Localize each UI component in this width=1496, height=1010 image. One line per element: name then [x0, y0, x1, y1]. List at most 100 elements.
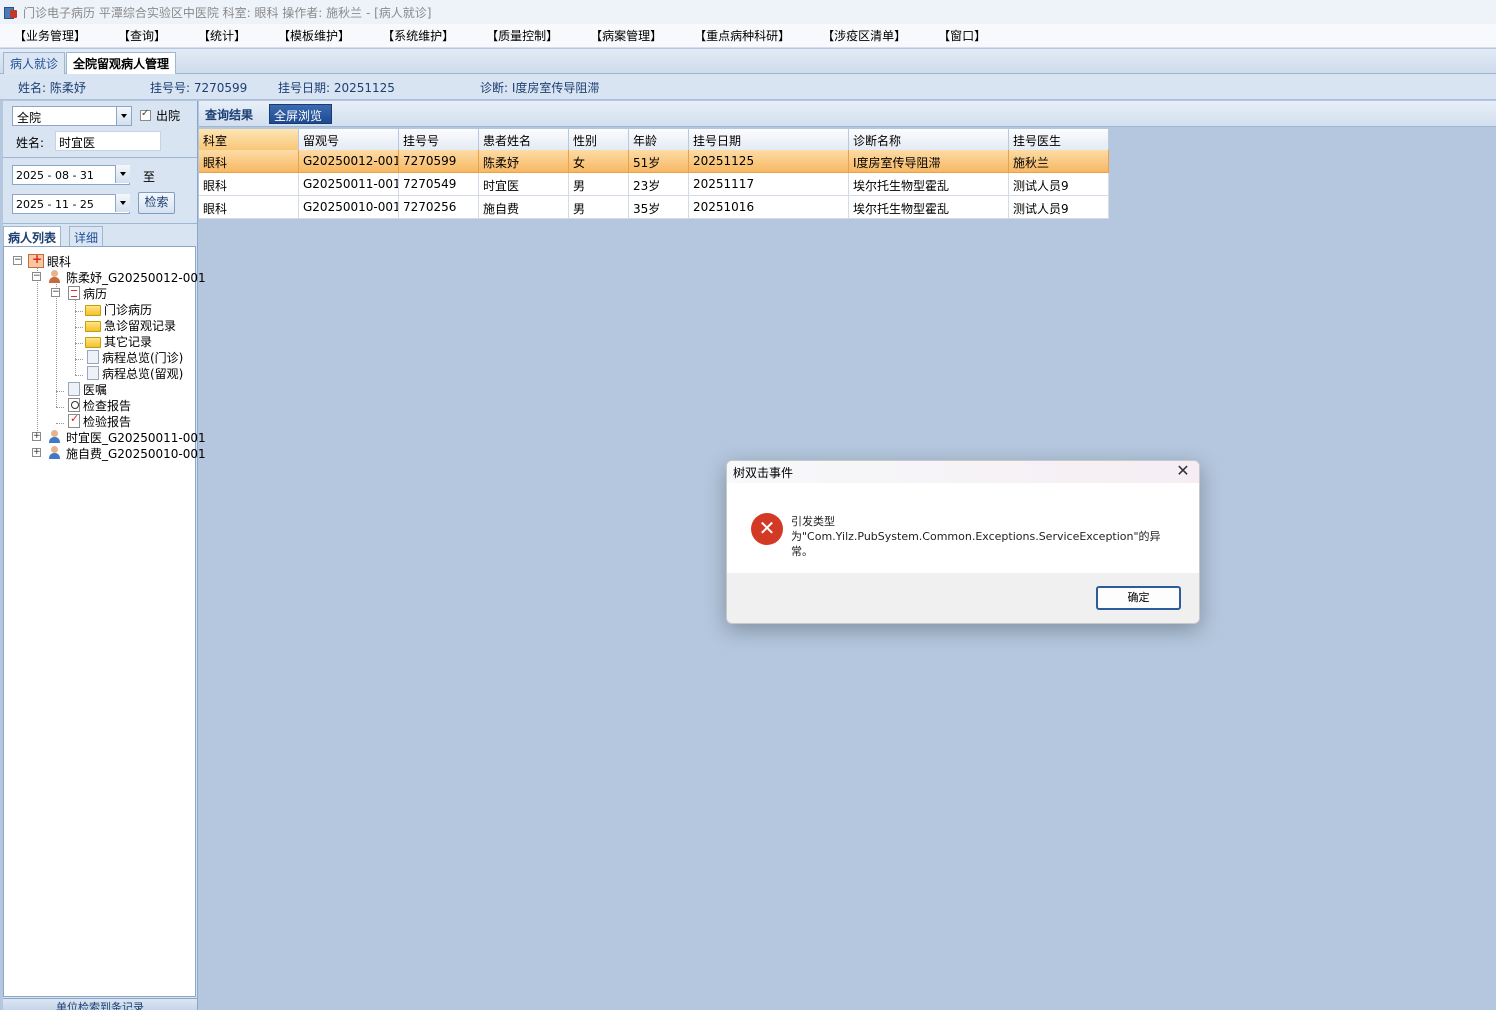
- menu-bar: 【业务管理】 【查询】 【统计】 【模板维护】 【系统维护】 【质量控制】 【病…: [0, 24, 1496, 48]
- tree-node-patient-1[interactable]: 陈柔妤_G20250012-001: [47, 269, 206, 285]
- tree-node-lab-report[interactable]: 检验报告: [66, 412, 131, 429]
- tree-line: [75, 311, 83, 312]
- column-header-observation-no[interactable]: 留观号: [299, 129, 399, 152]
- patient-icon: [47, 270, 63, 284]
- dialog-footer: 确定: [727, 573, 1199, 623]
- column-header-doctor[interactable]: 挂号医生: [1009, 129, 1109, 152]
- patient-tree[interactable]: − − − + + 眼科 陈柔妤_G20250012-001 病历 门诊病历 急…: [3, 246, 206, 997]
- date-from-picker[interactable]: 2025 - 08 - 31: [12, 165, 130, 185]
- menu-epidemic[interactable]: 【涉疫区清单】: [822, 27, 906, 44]
- menu-statistics[interactable]: 【统计】: [198, 27, 246, 44]
- tree-line: [56, 407, 64, 408]
- table-cell: 20251016: [689, 196, 849, 219]
- ok-button[interactable]: 确定: [1096, 586, 1181, 610]
- menu-template[interactable]: 【模板维护】: [278, 27, 350, 44]
- table-cell: 陈柔妤: [479, 150, 569, 173]
- tree-node-overview-observation[interactable]: 病程总览(留观): [85, 365, 183, 381]
- left-status-text: 单位检索到条记录: [56, 1001, 144, 1010]
- table-row[interactable]: 眼科 G20250010-001 7270256 施自费 男 35岁 20251…: [199, 196, 1109, 219]
- menu-system[interactable]: 【系统维护】: [382, 27, 454, 44]
- menu-records[interactable]: 【病案管理】: [590, 27, 662, 44]
- date-from-dropdown[interactable]: [114, 165, 130, 185]
- date-to-picker[interactable]: 2025 - 11 - 25: [12, 194, 130, 214]
- table-cell: 20251117: [689, 173, 849, 196]
- table-cell: 眼科: [199, 196, 299, 219]
- page-icon: [68, 382, 80, 396]
- table-row[interactable]: 眼科 G20250011-001 7270549 时宜医 男 23岁 20251…: [199, 173, 1109, 196]
- tree-node-overview-outpatient[interactable]: 病程总览(门诊): [85, 349, 183, 365]
- table-cell: 男: [569, 196, 629, 219]
- tab-detail[interactable]: 详细: [69, 226, 104, 246]
- fullscreen-button[interactable]: 全屏浏览: [269, 104, 332, 124]
- date-from-value: 2025 - 08 - 31: [16, 169, 94, 182]
- search-button[interactable]: 检索: [138, 192, 175, 214]
- discharged-checkbox[interactable]: [140, 108, 151, 121]
- chevron-down-icon[interactable]: [116, 107, 131, 125]
- tree-node-label: 其它记录: [104, 334, 153, 349]
- tree-node-exam-report[interactable]: 检查报告: [66, 397, 131, 413]
- patient-icon: [47, 430, 63, 444]
- expand-icon[interactable]: +: [32, 432, 41, 441]
- tree-node-orders[interactable]: 医嘱: [66, 381, 107, 397]
- column-header-patient-name[interactable]: 患者姓名: [479, 129, 569, 152]
- tree-line: [75, 359, 83, 360]
- tree-node-patient-2[interactable]: 时宜医_G20250011-001: [47, 429, 206, 445]
- chevron-down-icon[interactable]: [115, 194, 130, 212]
- tree-node-emergency-record[interactable]: 急诊留观记录: [85, 317, 176, 333]
- column-header-gender[interactable]: 性别: [569, 129, 629, 152]
- tree-node-label: 陈柔妤_G20250012-001: [66, 270, 206, 285]
- table-cell: 时宜医: [479, 173, 569, 196]
- column-header-diagnosis[interactable]: 诊断名称: [849, 129, 1009, 152]
- scope-value: 全院: [17, 111, 42, 125]
- divider: [3, 223, 197, 224]
- collapse-icon[interactable]: −: [13, 256, 22, 265]
- tree-node-label: 病历: [83, 286, 108, 301]
- table-cell: G20250010-001: [299, 196, 399, 219]
- tree-node-dept[interactable]: 眼科: [28, 252, 72, 269]
- tree-node-label: 病程总览(门诊): [102, 350, 184, 365]
- table-cell: 男: [569, 173, 629, 196]
- chevron-down-icon[interactable]: [115, 165, 130, 183]
- name-label: 姓名:: [16, 136, 45, 150]
- tree-line: [75, 327, 83, 328]
- tree-node-label: 医嘱: [83, 382, 108, 397]
- tab-observation-management[interactable]: 全院留观病人管理: [66, 52, 177, 75]
- date-to-dropdown[interactable]: [114, 194, 130, 214]
- menu-research[interactable]: 【重点病种科研】: [694, 27, 790, 44]
- menu-quality[interactable]: 【质量控制】: [486, 27, 558, 44]
- date-to-value: 2025 - 11 - 25: [16, 198, 94, 211]
- tree-node-record[interactable]: 病历: [66, 285, 107, 301]
- error-dialog: 树双击事件 ✕ ✕ 引发类型为"Com.Yilz.PubSystem.Commo…: [726, 460, 1200, 624]
- menu-business[interactable]: 【业务管理】: [14, 27, 86, 44]
- menu-query[interactable]: 【查询】: [118, 27, 166, 44]
- tab-patient-list[interactable]: 病人列表: [3, 226, 62, 246]
- menu-window[interactable]: 【窗口】: [938, 27, 986, 44]
- tree-node-other-record[interactable]: 其它记录: [85, 333, 152, 349]
- divider: [3, 157, 197, 158]
- document-icon: [68, 286, 80, 300]
- collapse-icon[interactable]: −: [32, 272, 41, 281]
- scope-select[interactable]: 全院: [12, 106, 132, 126]
- column-header-registration-no[interactable]: 挂号号: [399, 129, 479, 152]
- tree-node-patient-3[interactable]: 施自费_G20250010-001: [47, 445, 206, 461]
- expand-icon[interactable]: +: [32, 448, 41, 457]
- tree-node-label: 眼科: [47, 254, 72, 269]
- close-icon[interactable]: ✕: [1175, 463, 1191, 479]
- tree-node-outpatient-record[interactable]: 门诊病历: [85, 301, 152, 317]
- tree-node-label: 检查报告: [83, 398, 132, 413]
- table-cell: 测试人员9: [1009, 196, 1109, 219]
- collapse-icon[interactable]: −: [51, 288, 60, 297]
- diagnosis: 诊断: Ⅰ度房室传导阻滞: [480, 81, 600, 95]
- tab-patient-visit[interactable]: 病人就诊: [3, 52, 66, 74]
- column-header-age[interactable]: 年龄: [629, 129, 689, 152]
- table-cell: Ⅰ度房室传导阻滞: [849, 150, 1009, 173]
- name-input[interactable]: 时宜医: [55, 131, 161, 151]
- column-header-registration-date[interactable]: 挂号日期: [689, 129, 849, 152]
- tree-line: [56, 281, 57, 407]
- magnifier-icon: [68, 398, 80, 412]
- results-title: 查询结果: [205, 108, 254, 122]
- column-header-department[interactable]: 科室: [199, 129, 299, 152]
- table-cell: 女: [569, 150, 629, 173]
- folder-icon: [85, 336, 101, 348]
- table-row[interactable]: 眼科 G20250012-001 7270599 陈柔妤 女 51岁 20251…: [199, 150, 1109, 173]
